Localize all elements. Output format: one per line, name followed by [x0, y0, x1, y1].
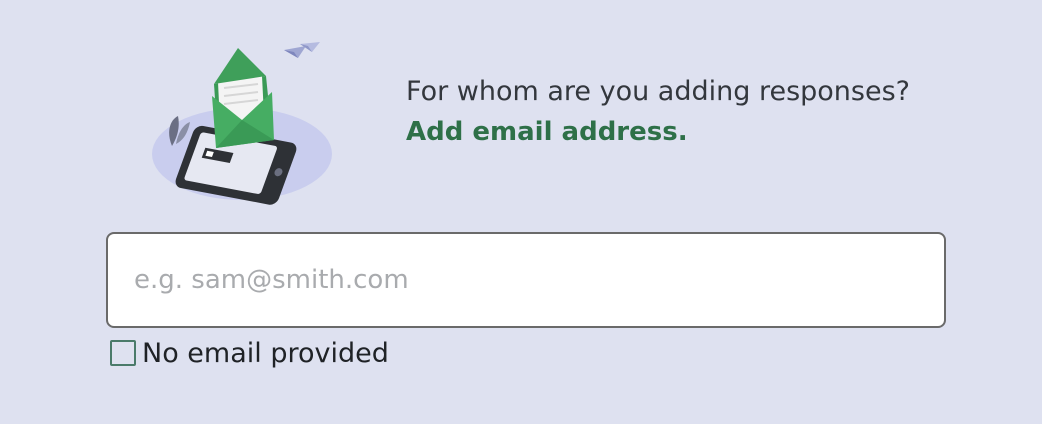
email-input[interactable] [106, 232, 946, 328]
prompt-block: For whom are you adding responses? Add e… [406, 72, 966, 152]
phone-envelope-illustration [148, 36, 348, 206]
prompt-action-heading: Add email address. [406, 117, 688, 147]
prompt-question: For whom are you adding responses? [406, 76, 910, 107]
no-email-checkbox[interactable] [110, 340, 136, 366]
no-email-option[interactable]: No email provided [110, 336, 389, 370]
no-email-label: No email provided [142, 337, 389, 369]
